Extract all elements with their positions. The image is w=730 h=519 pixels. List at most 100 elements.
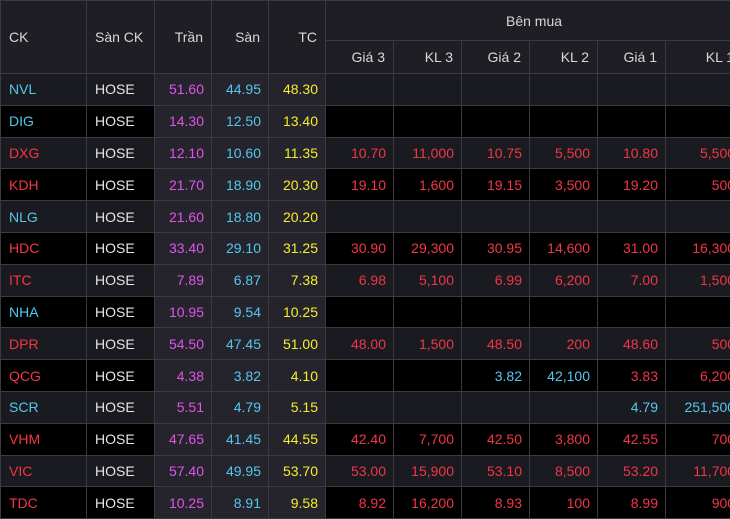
- header-san-ck[interactable]: Sàn CK: [87, 1, 155, 74]
- stock-symbol[interactable]: TDC: [1, 487, 87, 519]
- bid-volume-3-cell: 5,100: [394, 264, 462, 296]
- stock-symbol[interactable]: ITC: [1, 264, 87, 296]
- floor-price-cell: 8.91: [212, 487, 269, 519]
- stock-symbol[interactable]: VHM: [1, 423, 87, 455]
- board-body: NVLHOSE51.6044.9548.30DIGHOSE14.3012.501…: [1, 74, 730, 519]
- header-tc[interactable]: TC: [269, 1, 326, 74]
- exchange-cell: HOSE: [87, 360, 155, 392]
- reference-price-cell: 7.38: [269, 264, 326, 296]
- stock-symbol[interactable]: DXG: [1, 137, 87, 169]
- header-kl2[interactable]: KL 2: [530, 41, 598, 74]
- reference-price-cell: 9.58: [269, 487, 326, 519]
- ceiling-price-cell: 51.60: [155, 74, 212, 106]
- bid-price-3-cell: 10.70: [326, 137, 394, 169]
- exchange-cell: HOSE: [87, 423, 155, 455]
- bid-price-1-cell: 4.79: [598, 391, 666, 423]
- bid-price-3-cell: [326, 360, 394, 392]
- stock-symbol[interactable]: DIG: [1, 105, 87, 137]
- exchange-cell: HOSE: [87, 201, 155, 233]
- stock-symbol[interactable]: SCR: [1, 391, 87, 423]
- bid-price-1-cell: 8.99: [598, 487, 666, 519]
- bid-volume-1-cell: 11,700: [666, 455, 730, 487]
- stock-symbol[interactable]: QCG: [1, 360, 87, 392]
- header-tran[interactable]: Trần: [155, 1, 212, 74]
- bid-price-2-cell: [462, 201, 530, 233]
- bid-price-1-cell: 31.00: [598, 232, 666, 264]
- table-row[interactable]: KDHHOSE21.7018.9020.3019.101,60019.153,5…: [1, 169, 730, 201]
- floor-price-cell: 18.80: [212, 201, 269, 233]
- stock-symbol[interactable]: NVL: [1, 74, 87, 106]
- table-row[interactable]: VHMHOSE47.6541.4544.5542.407,70042.503,8…: [1, 423, 730, 455]
- floor-price-cell: 44.95: [212, 74, 269, 106]
- bid-volume-1-cell: 6,200: [666, 360, 730, 392]
- table-row[interactable]: DXGHOSE12.1010.6011.3510.7011,00010.755,…: [1, 137, 730, 169]
- bid-price-2-cell: [462, 296, 530, 328]
- floor-price-cell: 47.45: [212, 328, 269, 360]
- table-row[interactable]: NHAHOSE10.959.5410.25: [1, 296, 730, 328]
- bid-volume-3-cell: [394, 296, 462, 328]
- bid-volume-3-cell: 11,000: [394, 137, 462, 169]
- header-gia3[interactable]: Giá 3: [326, 41, 394, 74]
- table-row[interactable]: DIGHOSE14.3012.5013.40: [1, 105, 730, 137]
- bid-price-1-cell: [598, 201, 666, 233]
- table-row[interactable]: QCGHOSE4.383.824.103.8242,1003.836,200: [1, 360, 730, 392]
- bid-price-3-cell: [326, 74, 394, 106]
- bid-price-3-cell: [326, 105, 394, 137]
- bid-price-2-cell: 42.50: [462, 423, 530, 455]
- table-row[interactable]: TDCHOSE10.258.919.588.9216,2008.931008.9…: [1, 487, 730, 519]
- table-row[interactable]: NLGHOSE21.6018.8020.20: [1, 201, 730, 233]
- bid-volume-1-cell: [666, 105, 730, 137]
- header-gia1[interactable]: Giá 1: [598, 41, 666, 74]
- ceiling-price-cell: 7.89: [155, 264, 212, 296]
- bid-volume-2-cell: [530, 201, 598, 233]
- bid-volume-1-cell: 1,500: [666, 264, 730, 296]
- header-kl3[interactable]: KL 3: [394, 41, 462, 74]
- header-ck[interactable]: CK: [1, 1, 87, 74]
- bid-volume-2-cell: 42,100: [530, 360, 598, 392]
- bid-volume-2-cell: 6,200: [530, 264, 598, 296]
- bid-volume-2-cell: 200: [530, 328, 598, 360]
- stock-symbol[interactable]: VIC: [1, 455, 87, 487]
- bid-volume-3-cell: 1,600: [394, 169, 462, 201]
- stock-symbol[interactable]: DPR: [1, 328, 87, 360]
- bid-price-3-cell: 19.10: [326, 169, 394, 201]
- bid-volume-2-cell: 3,500: [530, 169, 598, 201]
- stock-symbol[interactable]: KDH: [1, 169, 87, 201]
- table-row[interactable]: ITCHOSE7.896.877.386.985,1006.996,2007.0…: [1, 264, 730, 296]
- floor-price-cell: 29.10: [212, 232, 269, 264]
- stock-symbol[interactable]: HDC: [1, 232, 87, 264]
- bid-price-1-cell: 19.20: [598, 169, 666, 201]
- floor-price-cell: 6.87: [212, 264, 269, 296]
- reference-price-cell: 20.20: [269, 201, 326, 233]
- header-san[interactable]: Sàn: [212, 1, 269, 74]
- floor-price-cell: 4.79: [212, 391, 269, 423]
- bid-price-3-cell: 42.40: [326, 423, 394, 455]
- table-row[interactable]: HDCHOSE33.4029.1031.2530.9029,30030.9514…: [1, 232, 730, 264]
- bid-price-2-cell: 8.93: [462, 487, 530, 519]
- bid-volume-2-cell: [530, 105, 598, 137]
- stock-symbol[interactable]: NHA: [1, 296, 87, 328]
- bid-price-1-cell: [598, 105, 666, 137]
- bid-price-1-cell: 42.55: [598, 423, 666, 455]
- bid-price-2-cell: 53.10: [462, 455, 530, 487]
- header-kl1[interactable]: KL 1: [666, 41, 730, 74]
- table-row[interactable]: NVLHOSE51.6044.9548.30: [1, 74, 730, 106]
- reference-price-cell: 53.70: [269, 455, 326, 487]
- bid-price-2-cell: 10.75: [462, 137, 530, 169]
- table-row[interactable]: SCRHOSE5.514.795.154.79251,500: [1, 391, 730, 423]
- floor-price-cell: 49.95: [212, 455, 269, 487]
- header-gia2[interactable]: Giá 2: [462, 41, 530, 74]
- reference-price-cell: 13.40: [269, 105, 326, 137]
- price-board: CK Sàn CK Trần Sàn TC Bên mua Giá 3 KL 3…: [0, 0, 730, 519]
- stock-symbol[interactable]: NLG: [1, 201, 87, 233]
- exchange-cell: HOSE: [87, 487, 155, 519]
- bid-price-3-cell: 48.00: [326, 328, 394, 360]
- reference-price-cell: 48.30: [269, 74, 326, 106]
- table-row[interactable]: DPRHOSE54.5047.4551.0048.001,50048.50200…: [1, 328, 730, 360]
- bid-volume-3-cell: 7,700: [394, 423, 462, 455]
- bid-price-2-cell: [462, 74, 530, 106]
- bid-volume-2-cell: [530, 391, 598, 423]
- bid-volume-1-cell: 5,500: [666, 137, 730, 169]
- table-row[interactable]: VICHOSE57.4049.9553.7053.0015,90053.108,…: [1, 455, 730, 487]
- bid-volume-3-cell: [394, 105, 462, 137]
